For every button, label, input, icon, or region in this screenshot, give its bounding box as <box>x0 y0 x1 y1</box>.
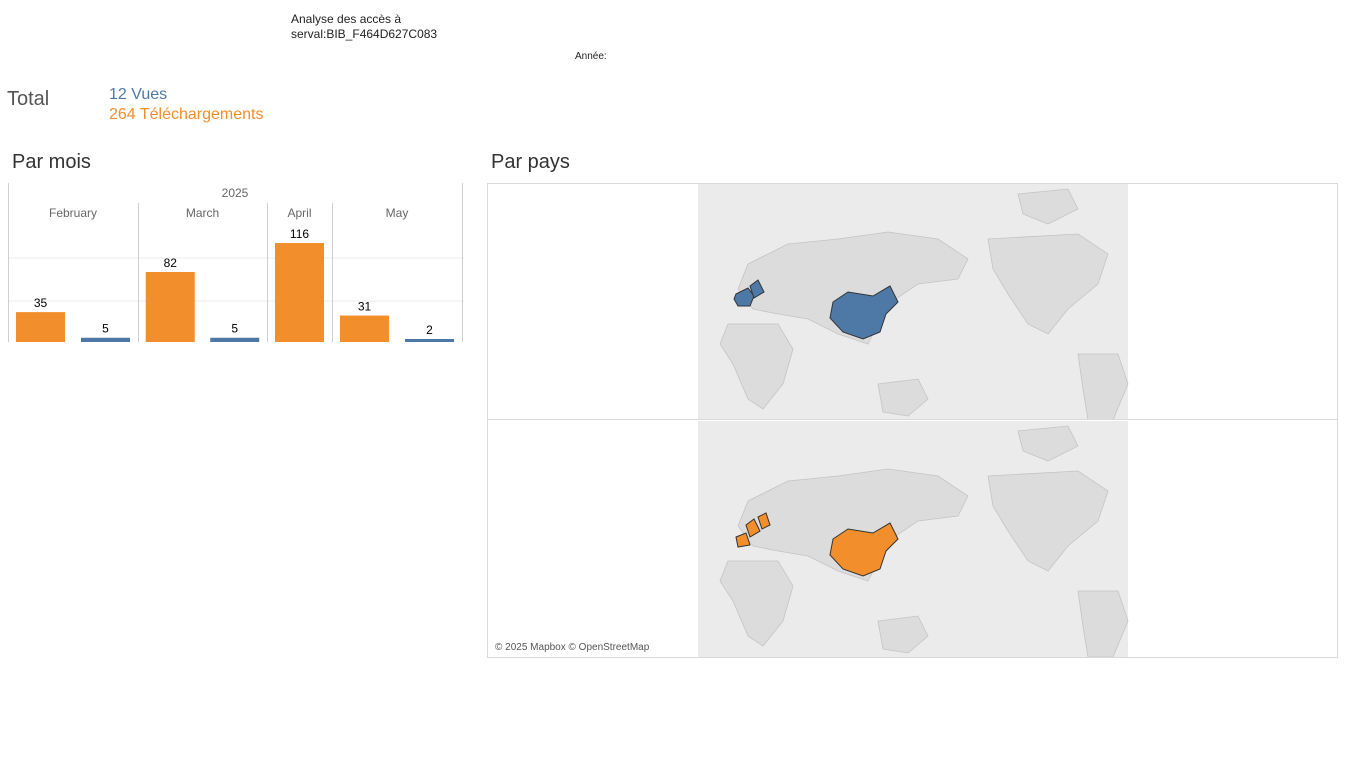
bar-views <box>210 337 260 342</box>
page-title-line-2: serval:BIB_F464D627C083 <box>291 27 438 41</box>
bar-value-label: 5 <box>102 322 109 336</box>
landmass-greenland <box>1017 425 1079 462</box>
downloads-map[interactable]: © 2025 Mapbox © OpenStreetMap <box>488 421 1337 657</box>
landmass-australia <box>877 615 929 654</box>
bar-value-label: 5 <box>231 322 238 336</box>
landmass-africa <box>719 560 794 647</box>
bar-downloads <box>275 243 324 342</box>
total-label: Total <box>7 88 50 110</box>
monthly-bar-chart: 2025 February 35 5 March 82 5 April 116 May 31 2 <box>8 183 464 345</box>
section-title-by-country: Par pays <box>491 151 570 173</box>
bar-value-label: 82 <box>164 256 178 270</box>
map-credit: © 2025 Mapbox © OpenStreetMap <box>495 642 650 653</box>
year-filter-label[interactable]: Année: <box>575 51 607 62</box>
bar-downloads <box>16 312 65 342</box>
section-title-by-month: Par mois <box>12 151 91 173</box>
bar-views <box>81 337 130 342</box>
month-label: April <box>287 206 311 220</box>
total-downloads: 264 Téléchargements <box>109 106 264 123</box>
month-label: March <box>186 206 219 220</box>
views-map[interactable] <box>488 184 1337 420</box>
landmass-north-america <box>987 233 1109 335</box>
page-title-line-1: Analyse des accès à <box>291 12 402 26</box>
year-header: 2025 <box>222 186 249 200</box>
bar-value-label: 35 <box>34 296 48 310</box>
month-label: May <box>386 206 409 220</box>
total-views: 12 Vues <box>109 86 168 103</box>
landmass-north-america <box>987 470 1109 572</box>
landmass-africa <box>719 323 794 410</box>
landmass-greenland <box>1017 188 1079 225</box>
bar-downloads <box>145 272 195 342</box>
bar-views <box>405 339 454 342</box>
bar-value-label: 2 <box>426 323 433 337</box>
country-maps: © 2025 Mapbox © OpenStreetMap <box>487 183 1338 658</box>
monthly-bar-chart-svg: 2025 February 35 5 March 82 5 April 116 May 31 2 <box>8 183 464 342</box>
bar-value-label: 116 <box>290 227 309 241</box>
views-map-svg <box>719 188 1129 419</box>
landmass-south-america <box>1077 353 1129 419</box>
landmass-south-america <box>1077 590 1129 657</box>
landmass-australia <box>877 378 929 417</box>
page-title: Analyse des accès à serval:BIB_F464D627C… <box>291 12 437 42</box>
month-label: February <box>49 206 97 220</box>
bar-downloads <box>340 315 389 342</box>
bar-value-label: 31 <box>358 300 372 314</box>
downloads-map-svg <box>719 425 1129 657</box>
